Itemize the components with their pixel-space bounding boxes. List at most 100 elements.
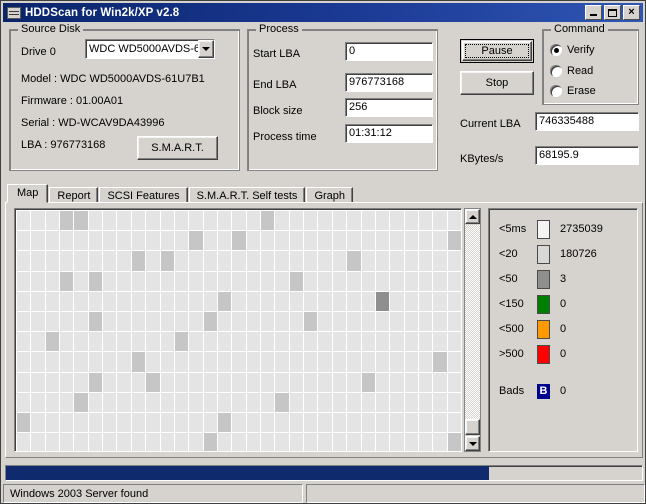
stop-button[interactable]: Stop xyxy=(460,71,534,95)
map-cell xyxy=(232,311,246,332)
minimize-button[interactable] xyxy=(585,5,602,20)
map-cell xyxy=(447,211,461,231)
map-cell xyxy=(318,211,332,231)
command-group-label: Command xyxy=(551,23,608,35)
radio-erase[interactable]: Erase xyxy=(550,85,596,97)
close-button[interactable]: × xyxy=(623,5,640,20)
map-cell xyxy=(318,311,332,332)
map-cell xyxy=(418,352,433,372)
map-cell xyxy=(131,372,146,392)
map-cell xyxy=(117,251,131,271)
map-cell xyxy=(390,311,404,332)
map-cell xyxy=(261,332,275,352)
tab-map[interactable]: Map xyxy=(7,184,49,203)
surface-map-grid xyxy=(17,211,461,451)
block-size-input[interactable]: 256 xyxy=(345,98,433,117)
map-vertical-scrollbar[interactable] xyxy=(464,208,481,452)
map-cell xyxy=(74,372,88,392)
legend-row: <20 180726 xyxy=(499,244,597,264)
smart-button[interactable]: S.M.A.R.T. xyxy=(137,136,218,160)
map-cell xyxy=(361,433,375,451)
legend-label: <5ms xyxy=(499,223,527,235)
map-cell xyxy=(189,433,203,451)
radio-verify[interactable]: Verify xyxy=(550,44,595,56)
map-cell xyxy=(375,291,390,311)
map-cell xyxy=(375,271,390,291)
map-cell xyxy=(60,291,74,311)
pause-button-label: Pause xyxy=(481,45,513,57)
map-cell xyxy=(404,291,418,311)
maximize-button[interactable] xyxy=(604,5,621,20)
map-cell xyxy=(418,392,433,412)
map-cell xyxy=(203,211,217,231)
legend-swatch xyxy=(537,344,550,364)
current-lba-label: Current LBA xyxy=(460,118,521,130)
map-cell xyxy=(103,231,117,251)
radio-read[interactable]: Read xyxy=(550,65,593,77)
map-cell xyxy=(45,412,60,433)
map-cell xyxy=(275,372,289,392)
legend-label: >500 xyxy=(499,348,524,360)
kbytes-input[interactable]: 68195.9 xyxy=(535,146,639,165)
map-cell xyxy=(31,332,45,352)
legend-label: <500 xyxy=(499,323,524,335)
map-cell xyxy=(361,311,375,332)
map-cell xyxy=(433,352,447,372)
map-cell xyxy=(74,211,88,231)
map-cell xyxy=(189,372,203,392)
map-cell xyxy=(117,433,131,451)
map-cell xyxy=(375,251,390,271)
start-lba-input[interactable]: 0 xyxy=(345,42,433,61)
map-cell xyxy=(361,372,375,392)
scroll-down-button[interactable] xyxy=(465,436,480,451)
lba-label: LBA : 976773168 xyxy=(21,139,106,151)
map-cell xyxy=(60,271,74,291)
arrow-up-icon xyxy=(468,214,477,219)
map-cell xyxy=(418,251,433,271)
source-disk-group-label: Source Disk xyxy=(18,23,84,35)
chevron-down-icon[interactable] xyxy=(198,40,214,58)
scroll-up-button[interactable] xyxy=(465,209,480,224)
map-cell xyxy=(45,352,60,372)
map-cell xyxy=(332,291,347,311)
map-cell xyxy=(318,332,332,352)
map-cell xyxy=(117,271,131,291)
arrow-down-icon xyxy=(468,441,477,446)
map-cell xyxy=(447,392,461,412)
drive-select[interactable]: WDC WD5000AVDS-6 xyxy=(85,39,215,59)
kbytes-label: KBytes/s xyxy=(460,153,504,165)
map-cell xyxy=(103,271,117,291)
map-cell xyxy=(447,231,461,251)
map-cell xyxy=(117,392,131,412)
map-cell xyxy=(45,311,60,332)
map-cell xyxy=(318,271,332,291)
map-cell xyxy=(45,271,60,291)
map-cell xyxy=(174,291,189,311)
map-cell xyxy=(74,271,88,291)
legend-swatch xyxy=(537,294,550,314)
end-lba-input[interactable]: 976773168 xyxy=(345,73,433,92)
map-cell xyxy=(174,251,189,271)
scrollbar-track[interactable] xyxy=(465,225,480,435)
map-cell xyxy=(88,412,103,433)
current-lba-input[interactable]: 746335488 xyxy=(535,112,639,131)
progress-bar xyxy=(5,465,643,481)
map-cell xyxy=(390,352,404,372)
map-cell xyxy=(390,372,404,392)
map-cell xyxy=(88,231,103,251)
map-cell xyxy=(275,251,289,271)
map-cell xyxy=(318,412,332,433)
progress-bar-fill xyxy=(6,466,490,480)
scrollbar-thumb[interactable] xyxy=(465,419,480,435)
legend-swatch xyxy=(537,219,550,239)
map-cell xyxy=(347,291,361,311)
map-cell xyxy=(433,332,447,352)
map-cell xyxy=(217,412,232,433)
map-cell xyxy=(246,251,261,271)
map-cell xyxy=(31,211,45,231)
surface-map[interactable] xyxy=(14,208,462,452)
map-cell xyxy=(304,251,318,271)
pause-button[interactable]: Pause xyxy=(460,39,534,63)
process-time-input[interactable]: 01:31:12 xyxy=(345,124,433,143)
map-cell xyxy=(361,412,375,433)
